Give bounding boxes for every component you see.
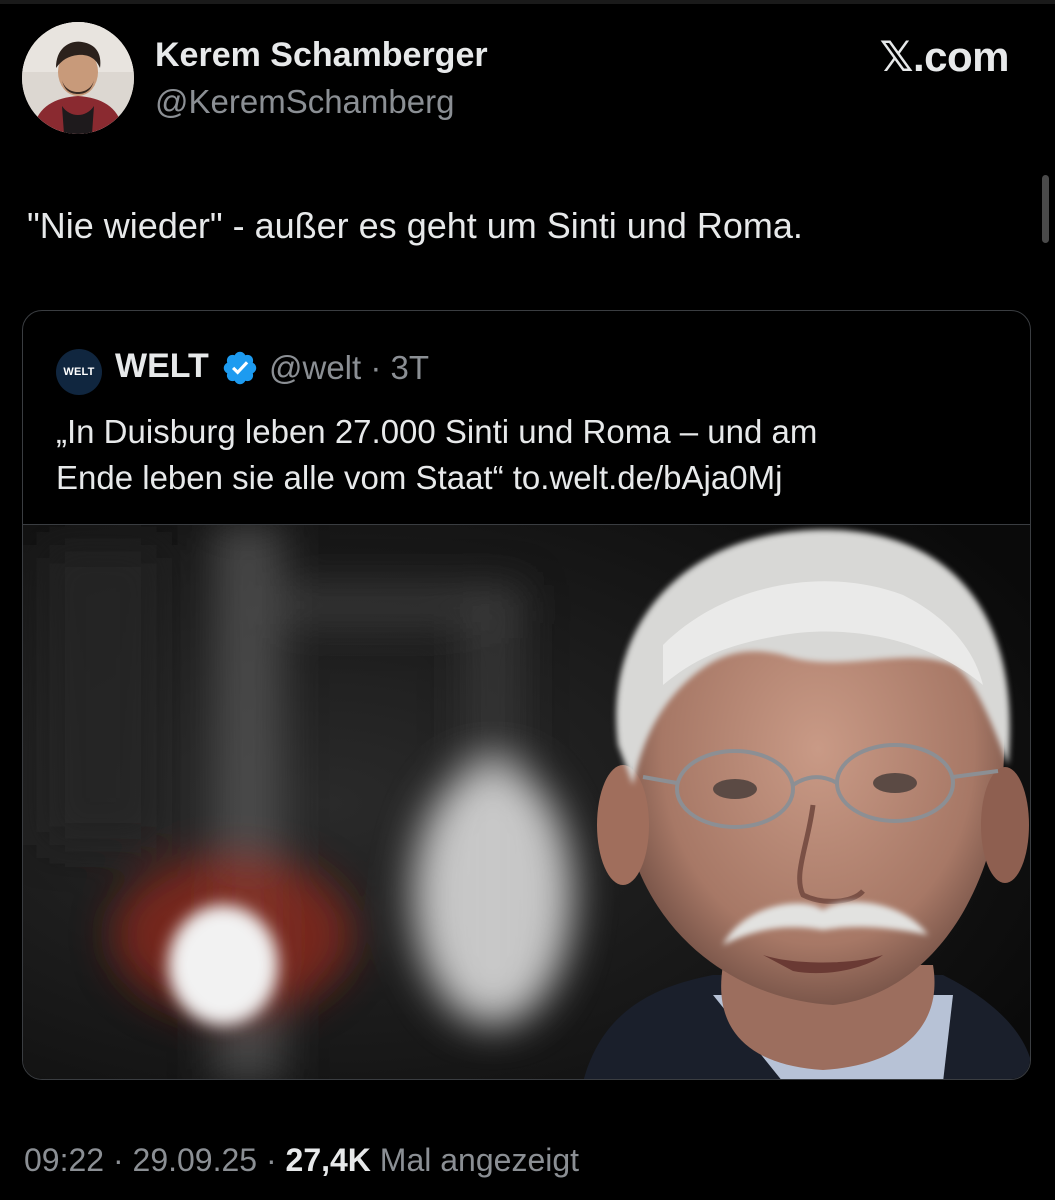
quoted-tweet-card[interactable]: WELT WELT @welt · 3T „In Duisburg leben … bbox=[22, 310, 1031, 1080]
verified-badge-icon bbox=[223, 351, 257, 385]
top-divider bbox=[0, 0, 1055, 4]
welt-logo-text: WELT bbox=[63, 366, 95, 378]
display-name[interactable]: Kerem Schamberger bbox=[155, 36, 488, 75]
welt-logo-avatar[interactable]: WELT bbox=[56, 349, 102, 395]
tweet-meta: 09:22 · 29.09.25 · 27,4K Mal angezeigt bbox=[24, 1142, 579, 1179]
quoted-text-line-2: Ende leben sie alle vom Staat“ to.welt.d… bbox=[56, 459, 783, 496]
tweet-timestamp[interactable]: 09:22 · 29.09.25 · bbox=[24, 1142, 286, 1178]
quoted-text-line-1: „In Duisburg leben 27.000 Sinti und Roma… bbox=[56, 413, 818, 450]
avatar[interactable] bbox=[22, 22, 134, 134]
scrollbar[interactable] bbox=[1042, 175, 1049, 243]
user-handle[interactable]: @KeremSchamberg bbox=[155, 83, 454, 121]
tweet-text: "Nie wieder" - außer es geht um Sinti un… bbox=[27, 205, 803, 246]
quoted-tweet-photo[interactable] bbox=[23, 524, 1030, 1079]
x-com-logo: 𝕏.com bbox=[879, 33, 1010, 80]
quoted-tweet-text: „In Duisburg leben 27.000 Sinti und Roma… bbox=[56, 409, 1016, 501]
quoted-handle-time[interactable]: @welt · 3T bbox=[269, 349, 429, 387]
view-count-label: Mal angezeigt bbox=[370, 1142, 580, 1178]
quoted-display-name[interactable]: WELT bbox=[115, 347, 209, 386]
view-count: 27,4K bbox=[285, 1142, 371, 1178]
